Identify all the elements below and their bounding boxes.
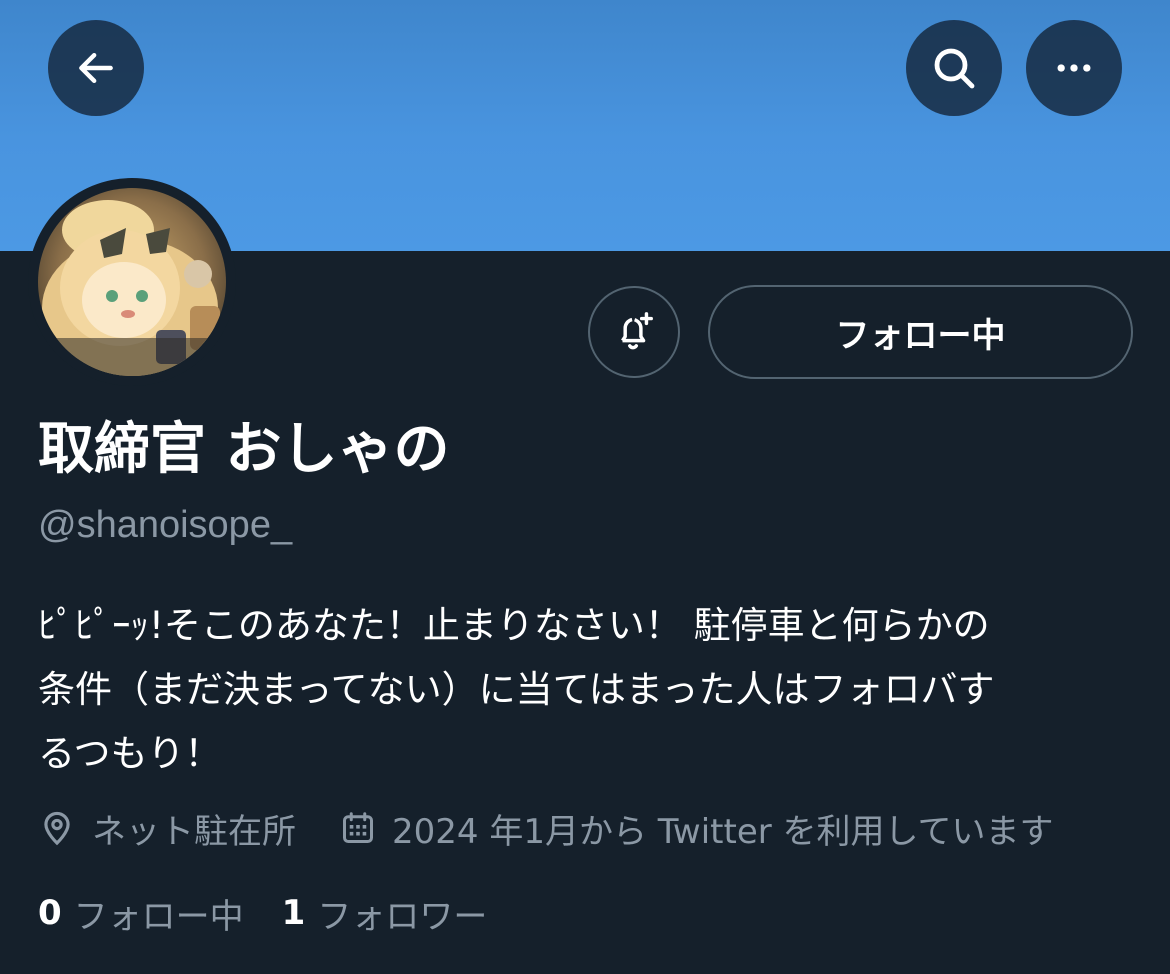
- back-button[interactable]: [48, 20, 144, 116]
- search-button[interactable]: [906, 20, 1002, 116]
- location: ネット駐在所: [38, 804, 296, 853]
- notification-button[interactable]: [588, 286, 680, 378]
- followers-label: フォロワー: [317, 896, 488, 937]
- followers-count: 1: [281, 893, 306, 933]
- display-name: 取締官 おしゃの: [38, 417, 450, 482]
- bio-line: 条件（まだ決まってない）に当てはまった人はフォロバす: [38, 668, 995, 711]
- more-button[interactable]: [1026, 20, 1122, 116]
- bell-plus-icon: [621, 312, 653, 350]
- arrow-left-icon: [79, 52, 113, 84]
- following-count: 0: [38, 893, 62, 933]
- more-horizontal-icon: [1057, 64, 1091, 72]
- profile-meta: ネット駐在所 2024 年1月から Twitter を利用しています: [38, 804, 1054, 852]
- join-date-text: 2024 年1月から Twitter を利用しています: [392, 811, 1054, 852]
- bio-line: るつもり！: [38, 732, 222, 775]
- following-button-label: フォロー中: [835, 315, 1006, 356]
- following-stat[interactable]: 0 フォロー中: [38, 889, 244, 938]
- avatar[interactable]: [38, 188, 226, 376]
- avatar-border: [28, 178, 236, 386]
- avatar-image: [38, 188, 226, 376]
- calendar-icon: [343, 812, 373, 843]
- following-button[interactable]: フォロー中: [708, 285, 1133, 379]
- follow-stats: 0 フォロー中 1 フォロワー: [38, 888, 487, 938]
- location-pin-icon: [44, 811, 70, 846]
- followers-stat[interactable]: 1 フォロワー: [282, 889, 488, 938]
- bio-line: ﾋﾟﾋﾟｰｯ!そこのあなた！止まりなさい！ 駐停車と何らかの: [38, 604, 990, 647]
- search-icon: [934, 48, 975, 89]
- location-text: ネット駐在所: [92, 811, 296, 852]
- profile-screen: フォロー中 取締官 おしゃの @shanoisope_ ﾋﾟﾋﾟｰｯ!そこのあな…: [0, 0, 1170, 974]
- user-handle: @shanoisope_: [38, 504, 293, 546]
- following-label: フォロー中: [73, 896, 244, 937]
- bio: ﾋﾟﾋﾟｰｯ!そこのあなた！止まりなさい！ 駐停車と何らかの 条件（まだ決まって…: [38, 594, 1138, 786]
- join-date: 2024 年1月から Twitter を利用しています: [340, 804, 1054, 853]
